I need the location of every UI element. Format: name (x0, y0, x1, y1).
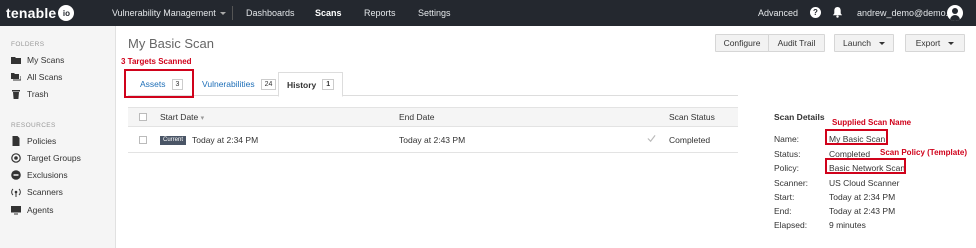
top-nav-bar: tenable io Vulnerability Management Dash… (0, 0, 976, 26)
sidebar-item-target-groups[interactable]: Target Groups (11, 152, 81, 164)
sidebar-item-all-scans[interactable]: All Scans (11, 71, 62, 83)
checkmark-icon (647, 134, 656, 143)
sidebar-item-exclusions[interactable]: Exclusions (11, 169, 68, 181)
resources-heading: RESOURCES (11, 122, 56, 129)
row-end-date: Today at 2:43 PM (399, 135, 466, 145)
tab-count: 24 (260, 78, 277, 90)
sidebar: FOLDERS My Scans All Scans Trash RESOURC… (0, 26, 116, 248)
table-header: Start Date ▾ End Date Scan Status (128, 107, 738, 127)
configure-button[interactable]: Configure (715, 34, 769, 52)
monitor-icon (11, 206, 21, 215)
annotation-scan-name: Supplied Scan Name (832, 118, 912, 127)
chevron-down-icon (948, 41, 955, 45)
tenable-io-logo[interactable]: tenable io (6, 5, 75, 21)
sidebar-item-trash[interactable]: Trash (11, 88, 48, 100)
annotation-targets: 3 Targets Scanned (121, 57, 192, 66)
bell-icon[interactable] (832, 6, 843, 18)
detail-value-scanner: US Cloud Scanner (829, 178, 900, 188)
detail-value-end: Today at 2:43 PM (829, 206, 896, 216)
sidebar-item-label: Target Groups (27, 153, 81, 163)
tab-label: History (287, 79, 317, 90)
sidebar-item-label: My Scans (27, 55, 65, 65)
sort-desc-icon: ▾ (200, 115, 205, 122)
export-button[interactable]: Export (905, 34, 965, 52)
column-end-date[interactable]: End Date (399, 112, 434, 122)
annotation-box-policy (825, 158, 906, 174)
column-label: Start Date (160, 112, 199, 122)
tab-count: 1 (322, 79, 335, 90)
sidebar-item-label: Exclusions (27, 170, 68, 180)
nav-dashboards[interactable]: Dashboards (246, 8, 295, 18)
chevron-down-icon (878, 41, 885, 45)
minus-circle-icon (11, 170, 21, 180)
sidebar-item-label: Trash (27, 89, 49, 99)
launch-button[interactable]: Launch (834, 34, 894, 52)
row-scan-status: Completed (669, 135, 711, 145)
folder-icon (11, 57, 21, 64)
user-menu[interactable]: andrew_demo@demo... (857, 8, 953, 18)
nav-divider (232, 6, 233, 20)
sidebar-item-label: All Scans (27, 72, 63, 82)
target-icon (11, 153, 21, 163)
folders-heading: FOLDERS (11, 41, 45, 48)
sidebar-item-label: Policies (27, 136, 57, 146)
annotation-box-name (825, 129, 888, 145)
current-badge: Current (160, 136, 187, 145)
antenna-icon (11, 188, 21, 197)
sidebar-item-label: Agents (27, 205, 54, 215)
export-label: Export (915, 38, 941, 48)
user-avatar-icon[interactable] (947, 5, 963, 21)
advanced-link[interactable]: Advanced (758, 8, 798, 18)
folders-icon (11, 73, 21, 81)
annotation-box-assets (124, 69, 194, 98)
detail-label-scanner: Scanner: (774, 178, 809, 188)
tab-vulnerabilities[interactable]: Vulnerabilities 24 (194, 72, 284, 96)
sidebar-item-my-scans[interactable]: My Scans (11, 54, 64, 66)
audit-trail-button[interactable]: Audit Trail (768, 34, 825, 52)
product-switcher[interactable]: Vulnerability Management (112, 8, 226, 18)
scan-tabs: Assets 3 Vulnerabilities 24 History 1 (128, 72, 738, 97)
sidebar-item-scanners[interactable]: Scanners (11, 186, 63, 198)
scan-details-heading: Scan Details (774, 112, 825, 122)
help-icon[interactable]: ? (810, 7, 821, 18)
sidebar-item-policies[interactable]: Policies (11, 135, 56, 147)
chevron-down-icon (219, 12, 226, 16)
detail-label-elapsed: Elapsed: (774, 220, 808, 230)
page-title: My Basic Scan (128, 36, 214, 51)
nav-settings[interactable]: Settings (418, 8, 451, 18)
detail-label-name: Name: (774, 134, 800, 144)
nav-reports[interactable]: Reports (364, 8, 396, 18)
detail-value-elapsed: 9 minutes (829, 220, 866, 230)
launch-label: Launch (843, 38, 871, 48)
detail-label-end: End: (774, 206, 792, 216)
detail-label-start: Start: (774, 192, 795, 202)
row-checkbox[interactable] (139, 136, 147, 144)
sidebar-item-label: Scanners (27, 187, 63, 197)
detail-value-start: Today at 2:34 PM (829, 192, 896, 202)
tab-label: Vulnerabilities (202, 79, 255, 89)
detail-label-policy: Policy: (774, 163, 800, 173)
annotation-scan-policy: Scan Policy (Template) (880, 148, 967, 157)
document-icon (12, 136, 20, 146)
logo-badge: io (58, 5, 75, 21)
column-scan-status[interactable]: Scan Status (669, 112, 715, 122)
trash-icon (12, 90, 20, 99)
product-label: Vulnerability Management (112, 8, 216, 18)
nav-scans[interactable]: Scans (315, 8, 342, 18)
row-start-date: Today at 2:34 PM (192, 135, 259, 145)
tab-history[interactable]: History 1 (278, 72, 344, 97)
table-row[interactable]: Current Today at 2:34 PM Today at 2:43 P… (128, 127, 738, 153)
select-all-checkbox[interactable] (139, 113, 147, 121)
logo-text: tenable (6, 5, 57, 21)
detail-label-status: Status: (774, 149, 801, 159)
sidebar-item-agents[interactable]: Agents (11, 204, 53, 216)
column-start-date[interactable]: Start Date ▾ (160, 112, 204, 122)
